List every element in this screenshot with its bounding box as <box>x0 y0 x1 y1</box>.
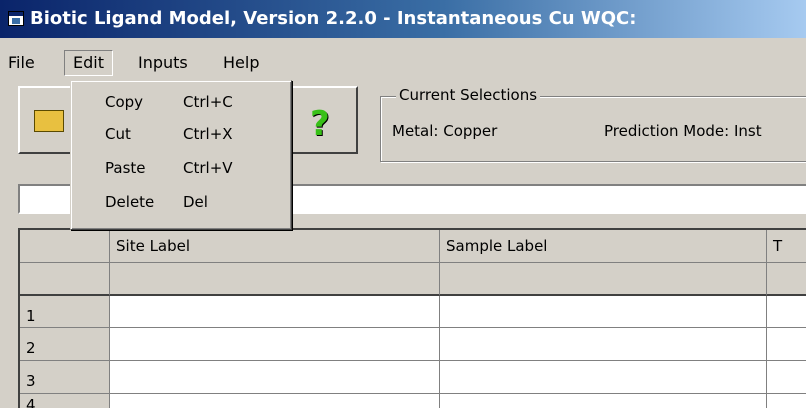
row-header[interactable]: 1 <box>20 296 110 328</box>
menu-bar: File Edit Inputs Help <box>0 50 806 76</box>
grid-cell[interactable] <box>440 296 767 328</box>
grid-cell[interactable] <box>110 328 440 361</box>
row-header[interactable]: 3 <box>20 361 110 394</box>
grid-cell[interactable] <box>767 361 806 394</box>
data-grid[interactable]: Site Label Sample Label T 1 2 3 4 <box>18 228 806 408</box>
grid-cell[interactable] <box>110 296 440 328</box>
grid-corner <box>20 230 110 263</box>
column-header-sample-label[interactable]: Sample Label <box>440 230 767 263</box>
menu-item-paste[interactable]: Paste Ctrl+V <box>105 153 233 183</box>
menu-item-shortcut: Ctrl+V <box>183 159 233 177</box>
grid-units-row-header <box>20 263 110 296</box>
app-icon <box>8 11 24 26</box>
grid-units-cell <box>440 263 767 296</box>
folder-icon <box>34 110 64 132</box>
metal-selection: Metal: Copper <box>392 122 498 140</box>
title-bar[interactable]: Biotic Ligand Model, Version 2.2.0 - Ins… <box>0 0 806 38</box>
grid-cell[interactable] <box>110 361 440 394</box>
column-header-site-label[interactable]: Site Label <box>110 230 440 263</box>
question-mark-icon: ? <box>310 104 330 144</box>
column-header-t[interactable]: T <box>767 230 806 263</box>
grid-cell[interactable] <box>440 361 767 394</box>
menu-item-delete[interactable]: Delete Del <box>105 187 208 217</box>
current-selections-legend: Current Selections <box>396 86 541 104</box>
grid-units-cell <box>767 263 806 296</box>
menu-item-shortcut: Del <box>183 193 208 211</box>
grid-cell[interactable] <box>110 394 440 408</box>
grid-cell[interactable] <box>767 394 806 408</box>
row-header[interactable]: 2 <box>20 328 110 361</box>
menu-item-label: Delete <box>105 193 155 211</box>
grid-cell[interactable] <box>440 328 767 361</box>
menu-edit[interactable]: Edit <box>64 50 113 76</box>
prediction-mode-selection: Prediction Mode: Inst <box>604 122 762 140</box>
grid-cell[interactable] <box>440 394 767 408</box>
menu-help[interactable]: Help <box>215 50 267 76</box>
row-header[interactable]: 4 <box>20 394 110 408</box>
window-title: Biotic Ligand Model, Version 2.2.0 - Ins… <box>30 8 637 29</box>
grid-cell[interactable] <box>767 296 806 328</box>
grid-cell[interactable] <box>767 328 806 361</box>
menu-item-shortcut: Ctrl+X <box>183 125 233 143</box>
menu-item-shortcut: Ctrl+C <box>183 93 233 111</box>
menu-item-cut[interactable]: Cut Ctrl+X <box>105 119 233 149</box>
grid-units-cell <box>110 263 440 296</box>
menu-file[interactable]: File <box>0 50 43 76</box>
text-field-right[interactable] <box>290 184 806 214</box>
menu-item-label: Copy <box>105 93 144 111</box>
text-field-left[interactable] <box>18 184 78 214</box>
edit-menu-dropdown: Copy Ctrl+C Cut Ctrl+X Paste Ctrl+V Delete D… <box>70 80 292 230</box>
menu-item-label: Paste <box>105 159 146 177</box>
menu-inputs[interactable]: Inputs <box>130 50 196 76</box>
menu-item-copy[interactable]: Copy Ctrl+C <box>105 87 233 117</box>
menu-item-label: Cut <box>105 125 131 143</box>
